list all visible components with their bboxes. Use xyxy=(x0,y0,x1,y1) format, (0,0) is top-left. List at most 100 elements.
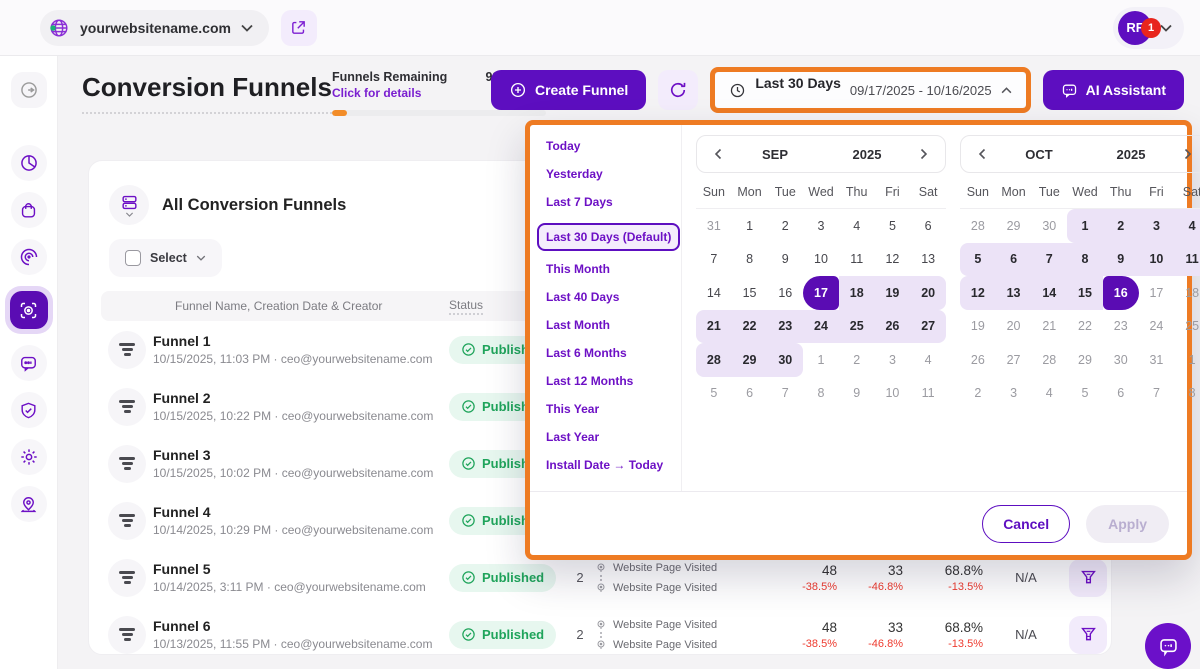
calendar-day[interactable]: 9 xyxy=(1103,243,1139,277)
calendar-day[interactable]: 22 xyxy=(1067,310,1103,344)
preset-last-30-days-default-[interactable]: Last 30 Days (Default) xyxy=(537,223,680,251)
calendar-day[interactable]: 11 xyxy=(910,377,946,411)
calendar-day[interactable]: 7 xyxy=(1139,377,1175,411)
calendar-day[interactable]: 11 xyxy=(1174,243,1200,277)
open-site-button[interactable] xyxy=(281,10,317,46)
preset-install-date-today[interactable]: Install Date → Today xyxy=(546,458,671,472)
calendar-day[interactable]: 13 xyxy=(996,276,1032,310)
calendar-day[interactable]: 19 xyxy=(960,310,996,344)
calendar-day[interactable]: 9 xyxy=(767,243,803,277)
sidebar-item-settings[interactable] xyxy=(11,439,47,475)
calendar-day[interactable]: 8 xyxy=(1067,243,1103,277)
click-for-details-link[interactable]: Click for details xyxy=(332,86,421,100)
calendar-day[interactable]: 20 xyxy=(996,310,1032,344)
calendar-day[interactable]: 26 xyxy=(960,343,996,377)
calendar-day[interactable]: 29 xyxy=(1067,343,1103,377)
calendar-day[interactable]: 7 xyxy=(1031,243,1067,277)
refresh-button[interactable] xyxy=(658,70,698,110)
preset-last-month[interactable]: Last Month xyxy=(546,318,671,332)
calendar-day[interactable]: 4 xyxy=(839,209,875,243)
preset-last-6-months[interactable]: Last 6 Months xyxy=(546,346,671,360)
calendar-day[interactable]: 5 xyxy=(696,377,732,411)
calendar-day[interactable]: 27 xyxy=(996,343,1032,377)
calendar-day[interactable]: 1 xyxy=(1174,343,1200,377)
funnel-view-button[interactable] xyxy=(1069,616,1107,654)
calendar-day[interactable]: 23 xyxy=(1103,310,1139,344)
calendar-day[interactable]: 21 xyxy=(696,310,732,344)
preset-last-7-days[interactable]: Last 7 Days xyxy=(546,195,671,209)
date-range-button[interactable]: Last 30 Days 09/17/2025 - 10/16/2025 xyxy=(715,72,1025,108)
ai-assistant-button[interactable]: AI Assistant xyxy=(1043,70,1184,110)
calendar-day[interactable]: 6 xyxy=(910,209,946,243)
preset-yesterday[interactable]: Yesterday xyxy=(546,167,671,181)
calendar-day[interactable]: 20 xyxy=(910,276,946,310)
calendar-day[interactable]: 3 xyxy=(803,209,839,243)
site-selector[interactable]: yourwebsitename.com xyxy=(40,10,269,46)
calendar-day[interactable]: 12 xyxy=(875,243,911,277)
column-header-status[interactable]: Status xyxy=(449,298,483,315)
calendar-day[interactable]: 7 xyxy=(696,243,732,277)
calendar-day[interactable]: 4 xyxy=(1031,377,1067,411)
preset-this-month[interactable]: This Month xyxy=(546,262,671,276)
calendar-day[interactable]: 29 xyxy=(732,343,768,377)
help-chat-fab[interactable] xyxy=(1145,623,1191,669)
calendar-day[interactable]: 3 xyxy=(996,377,1032,411)
select-checkbox[interactable] xyxy=(125,250,141,266)
funnel-view-button[interactable] xyxy=(1069,559,1107,597)
calendar-day[interactable]: 1 xyxy=(732,209,768,243)
calendar-day[interactable]: 28 xyxy=(960,209,996,243)
calendar-day[interactable]: 31 xyxy=(1139,343,1175,377)
calendar-day[interactable]: 27 xyxy=(910,310,946,344)
calendar-day[interactable]: 24 xyxy=(1139,310,1175,344)
calendar-day[interactable]: 18 xyxy=(839,276,875,310)
calendar-day[interactable]: 6 xyxy=(732,377,768,411)
create-funnel-button[interactable]: Create Funnel xyxy=(491,70,646,110)
calendar-day[interactable]: 5 xyxy=(1067,377,1103,411)
preset-last-40-days[interactable]: Last 40 Days xyxy=(546,290,671,304)
sidebar-item-spiral[interactable] xyxy=(11,239,47,275)
calendar-day[interactable]: 28 xyxy=(1031,343,1067,377)
calendar-day[interactable]: 4 xyxy=(1174,209,1200,243)
calendar-day[interactable]: 25 xyxy=(1174,310,1200,344)
calendar-day[interactable]: 5 xyxy=(960,243,996,277)
calendar-day[interactable]: 8 xyxy=(1174,377,1200,411)
calendar-day[interactable]: 10 xyxy=(1139,243,1175,277)
sidebar-item-funnels-active[interactable] xyxy=(5,286,53,334)
next-month-icon[interactable] xyxy=(1177,144,1197,164)
calendar-day[interactable]: 17 xyxy=(1139,276,1175,310)
calendar-day[interactable]: 30 xyxy=(1103,343,1139,377)
calendar-day[interactable]: 12 xyxy=(960,276,996,310)
calendar-day[interactable]: 11 xyxy=(839,243,875,277)
calendar-day[interactable]: 26 xyxy=(875,310,911,344)
calendar-day[interactable]: 23 xyxy=(767,310,803,344)
calendar-day[interactable]: 14 xyxy=(696,276,732,310)
calendar-day[interactable]: 25 xyxy=(839,310,875,344)
calendar-day[interactable]: 9 xyxy=(839,377,875,411)
calendar-day[interactable]: 1 xyxy=(1067,209,1103,243)
preset-this-year[interactable]: This Year xyxy=(546,402,671,416)
prev-month-icon[interactable] xyxy=(973,144,993,164)
sidebar-item-shopping-bag[interactable] xyxy=(11,192,47,228)
calendar-day[interactable]: 5 xyxy=(875,209,911,243)
calendar-day[interactable]: 21 xyxy=(1031,310,1067,344)
calendar-day[interactable]: 22 xyxy=(732,310,768,344)
calendar-day[interactable]: 18 xyxy=(1174,276,1200,310)
select-dropdown[interactable]: Select xyxy=(109,239,222,277)
preset-last-year[interactable]: Last Year xyxy=(546,430,671,444)
calendar-day[interactable]: 24 xyxy=(803,310,839,344)
calendar-day[interactable]: 30 xyxy=(1031,209,1067,243)
calendar-day[interactable]: 15 xyxy=(1067,276,1103,310)
calendar-day[interactable]: 10 xyxy=(803,243,839,277)
preset-today[interactable]: Today xyxy=(546,139,671,153)
calendar-day[interactable]: 16 xyxy=(1103,276,1139,310)
calendar-day[interactable]: 19 xyxy=(875,276,911,310)
calendar-day[interactable]: 3 xyxy=(1139,209,1175,243)
next-month-icon[interactable] xyxy=(913,144,933,164)
calendar-day[interactable]: 29 xyxy=(996,209,1032,243)
calendar-day[interactable]: 2 xyxy=(767,209,803,243)
calendar-day[interactable]: 8 xyxy=(732,243,768,277)
calendar-day[interactable]: 15 xyxy=(732,276,768,310)
sidebar-item-pie-chart[interactable] xyxy=(11,145,47,181)
calendar-day[interactable]: 16 xyxy=(767,276,803,310)
calendar-day[interactable]: 30 xyxy=(767,343,803,377)
